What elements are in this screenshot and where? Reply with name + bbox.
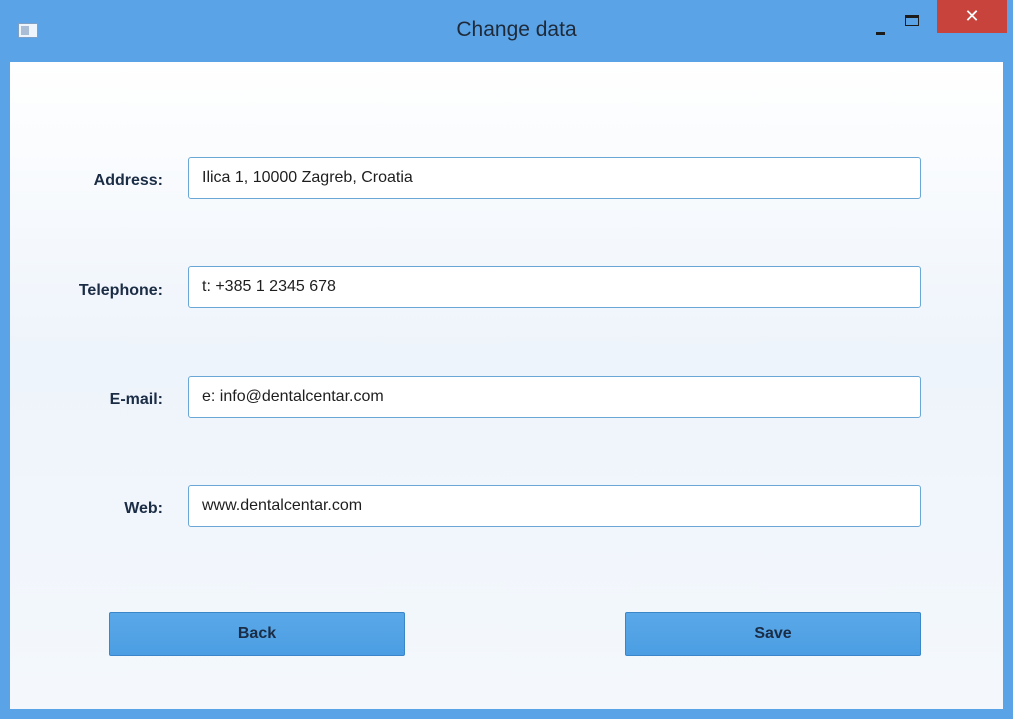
maximize-button[interactable] xyxy=(897,4,929,38)
title-bar[interactable]: Change data ✕ xyxy=(0,0,1013,62)
telephone-label: Telephone: xyxy=(78,282,163,299)
close-icon: ✕ xyxy=(964,6,980,26)
web-field[interactable] xyxy=(188,485,921,527)
close-button[interactable]: ✕ xyxy=(937,0,1007,33)
save-button[interactable]: Save xyxy=(625,612,921,656)
email-label: E-mail: xyxy=(109,391,163,408)
minimize-button[interactable] xyxy=(867,4,897,38)
window-title: Change data xyxy=(456,18,577,41)
web-label: Web: xyxy=(124,500,163,517)
address-label: Address: xyxy=(93,172,163,189)
change-data-window: Change data ✕ Address: Telephone: E-mail… xyxy=(0,0,1013,719)
email-field[interactable] xyxy=(188,376,921,418)
telephone-field[interactable] xyxy=(188,266,921,308)
address-field[interactable] xyxy=(188,157,921,199)
back-button[interactable]: Back xyxy=(109,612,405,656)
form-panel: Address: Telephone: E-mail: Web: Back Sa… xyxy=(10,62,1003,709)
